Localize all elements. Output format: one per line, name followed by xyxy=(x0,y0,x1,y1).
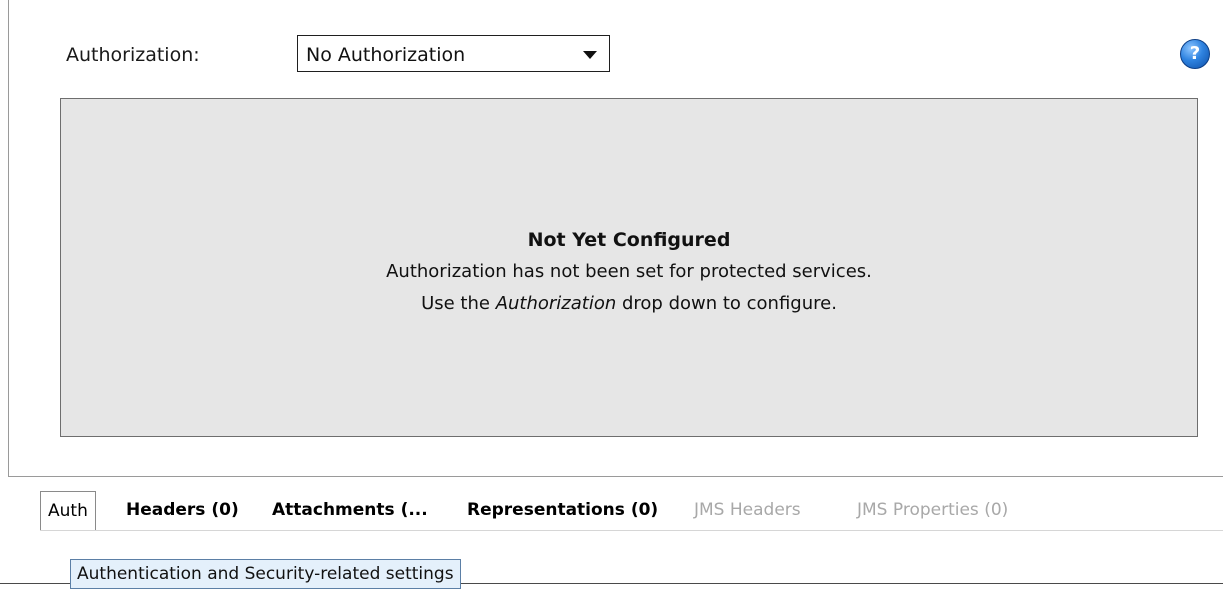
authorization-dropdown-value: No Authorization xyxy=(306,44,466,66)
authorization-label: Authorization: xyxy=(66,44,200,66)
tab-headers[interactable]: Headers (0) xyxy=(126,491,239,531)
instruction-emphasis: Authorization xyxy=(495,293,617,314)
authorization-dropdown[interactable]: No Authorization xyxy=(297,35,610,72)
tab-bar: Auth Headers (0) Attachments (... Repres… xyxy=(40,491,1223,531)
help-icon[interactable]: ? xyxy=(1180,39,1210,69)
tab-auth[interactable]: Auth xyxy=(40,491,96,531)
instruction-suffix: drop down to configure. xyxy=(616,293,837,314)
tab-underline xyxy=(40,530,1223,531)
tab-jms-headers[interactable]: JMS Headers xyxy=(694,491,801,531)
instruction-prefix: Use the xyxy=(421,293,496,314)
tab-attachments[interactable]: Attachments (... xyxy=(272,491,428,531)
not-configured-title: Not Yet Configured xyxy=(527,229,731,251)
not-configured-instruction: Use the Authorization drop down to confi… xyxy=(61,293,1197,314)
not-configured-panel: Not Yet Configured Authorization has not… xyxy=(60,98,1198,437)
tab-jms-properties[interactable]: JMS Properties (0) xyxy=(857,491,1008,531)
dropdown-arrow-icon xyxy=(583,51,597,59)
not-configured-message: Authorization has not been set for prote… xyxy=(386,261,872,282)
tab-representations[interactable]: Representations (0) xyxy=(467,491,658,531)
